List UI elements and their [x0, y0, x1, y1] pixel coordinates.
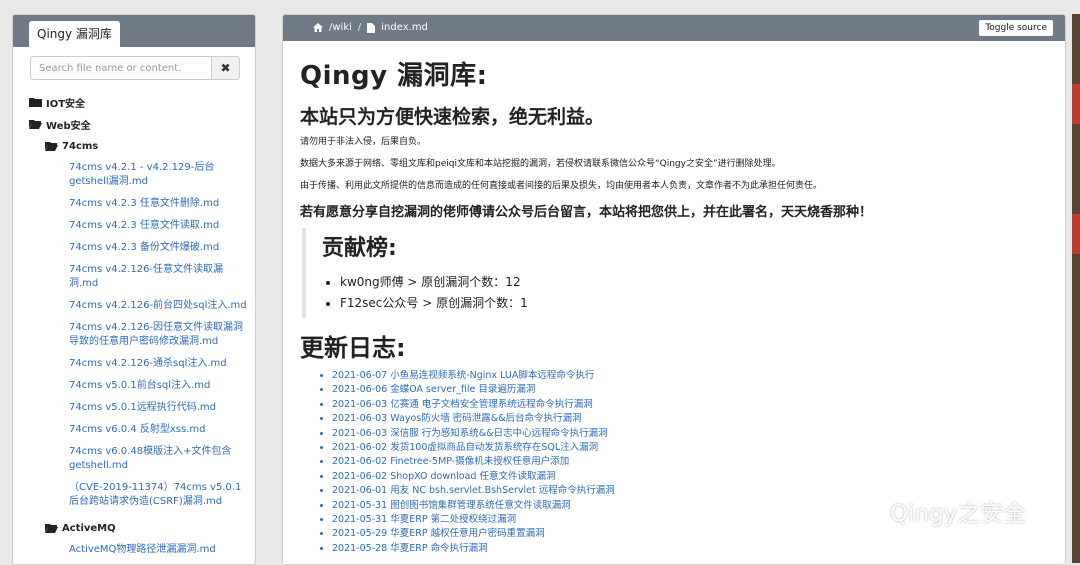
folder-label: ActiveMQ	[62, 522, 116, 534]
changelog-link[interactable]: 2021-06-06 金蝶OA server_file 目录遍历漏洞	[332, 383, 1050, 397]
contributors-list: kw0ng师傅 > 原创漏洞个数：12 F12sec公众号 > 原创漏洞个数：1	[322, 272, 1050, 314]
file-link[interactable]: 74cms v4.2.126-前台四处sql注入.md	[29, 299, 251, 313]
file-sidebar: Qingy 漏洞库 ✖ IOT安全 Web安全 74cms 74cms v4.2…	[12, 14, 256, 565]
changelog-link[interactable]: 2021-05-29 华夏ERP 越权任意用户密码重置漏洞	[332, 527, 1050, 541]
search-input[interactable]	[30, 56, 212, 80]
contributors-title: 贡献榜:	[322, 236, 397, 261]
watermark-text: Qingy之安全	[890, 501, 1027, 527]
changelog-link[interactable]: 2021-06-02 ShopXO download 任意文件读取漏洞	[332, 470, 1050, 484]
file-link[interactable]: ActiveMQ物理路径泄漏漏洞.md	[29, 543, 251, 557]
wechat-icon	[838, 494, 883, 527]
file-link[interactable]: 74cms v4.2.126-任意文件读取漏洞.md	[29, 263, 251, 291]
breadcrumb-root[interactable]: /wiki	[329, 22, 352, 33]
folder-icon	[29, 98, 42, 107]
breadcrumb: /wiki / index.md	[313, 22, 428, 33]
file-link[interactable]: 74cms v6.0.48模版注入+文件包含getshell.md	[29, 445, 251, 473]
changelog-link[interactable]: 2021-06-03 亿赛通 电子文档安全管理系统远程命令执行漏洞	[332, 398, 1050, 412]
file-link[interactable]: 74cms v5.0.1前台sql注入.md	[29, 379, 251, 393]
file-icon	[367, 22, 376, 33]
changelog-title: 更新日志:	[300, 334, 406, 362]
breadcrumb-file[interactable]: index.md	[381, 22, 428, 33]
path-bar: /wiki / index.md Toggle source	[283, 15, 1065, 41]
contribution-call: 若有愿意分享自挖漏洞的佬师傅请公众号后台留言，本站将把您供上，并在此署名，天天烧…	[300, 205, 873, 220]
folder-web[interactable]: Web安全	[29, 113, 251, 135]
warning-paragraph: 请勿用于非法入侵，后果自负。	[300, 137, 427, 147]
changelog-link[interactable]: 2021-06-03 深信服 行为感知系统&&日志中心远程命令执行漏洞	[332, 427, 1050, 441]
watermark: Qingy之安全	[838, 494, 1026, 528]
changelog-link[interactable]: 2021-05-28 华夏ERP 命令执行漏洞	[332, 542, 1050, 556]
changelog-link[interactable]: 2021-06-02 发货100虚拟商品自动发货系统存在SQL注入漏洞	[332, 441, 1050, 455]
sidebar-header: Qingy 漏洞库	[13, 15, 255, 47]
file-link[interactable]: 74cms v4.2.126-因任意文件读取漏洞导致的任意用户密码修改漏洞.md	[29, 321, 251, 349]
toggle-source-button[interactable]: Toggle source	[979, 20, 1053, 36]
folder-74cms[interactable]: 74cms	[29, 135, 251, 157]
content-panel: /wiki / index.md Toggle source Qingy 漏洞库…	[282, 14, 1066, 565]
contributors-block: 贡献榜: kw0ng师傅 > 原创漏洞个数：12 F12sec公众号 > 原创漏…	[302, 228, 1050, 318]
file-link[interactable]: 74cms v4.2.3 任意文件删除.md	[29, 197, 251, 211]
search-bar: ✖	[30, 56, 251, 80]
page-subtitle: 本站只为方便快速检索，绝无利益。	[300, 106, 605, 128]
breadcrumb-separator: /	[357, 22, 362, 33]
markdown-content: Qingy 漏洞库: 本站只为方便快速检索，绝无利益。 请勿用于非法入侵，后果自…	[300, 55, 1050, 556]
file-link[interactable]: 74cms v5.0.1远程执行代码.md	[29, 401, 251, 415]
page-title: Qingy 漏洞库:	[300, 61, 488, 91]
clear-search-button[interactable]: ✖	[212, 56, 240, 80]
file-link[interactable]: 74cms v4.2.3 任意文件读取.md	[29, 219, 251, 233]
folder-open-icon	[45, 524, 58, 533]
folder-label: 74cms	[62, 140, 99, 152]
file-link[interactable]: 74cms v6.0.4 反射型xss.md	[29, 423, 251, 437]
folder-activemq[interactable]: ActiveMQ	[29, 517, 251, 539]
file-link[interactable]: 74cms v4.2.126-通杀sql注入.md	[29, 357, 251, 371]
changelog-list: 2021-06-07 小鱼易连视频系统-Nginx LUA脚本远程命令执行 20…	[300, 369, 1050, 556]
file-tree: IOT安全 Web安全 74cms 74cms v4.2.1 - v4.2.12…	[29, 91, 251, 564]
edge-stripe	[1072, 84, 1080, 124]
folder-label: Web安全	[46, 120, 91, 132]
source-paragraph: 数据大多来源于网络、零组文库和peiqi文库和本站挖掘的漏洞，若侵权请联系微信公…	[300, 159, 781, 169]
folder-iot[interactable]: IOT安全	[29, 91, 251, 113]
disclaimer-paragraph: 由于传播、利用此文所提供的信息而造成的任何直接或者间接的后果及损失，均由使用者本…	[300, 181, 823, 191]
folder-label: IOT安全	[46, 98, 86, 110]
file-link[interactable]: （CVE-2019-11374）74cms v5.0.1 后台跨站请求伪造(CS…	[29, 481, 251, 509]
folder-open-icon	[29, 120, 42, 129]
file-link[interactable]: 74cms v4.2.1 - v4.2.129-后台getshell漏洞.md	[29, 161, 251, 189]
changelog-link[interactable]: 2021-06-07 小鱼易连视频系统-Nginx LUA脚本远程命令执行	[332, 369, 1050, 383]
edge-stripe	[1072, 214, 1080, 254]
changelog-link[interactable]: 2021-06-02 Finetree-5MP-摄像机未授权任意用户添加	[332, 455, 1050, 469]
sidebar-title-tab[interactable]: Qingy 漏洞库	[29, 21, 120, 47]
contributor-item: F12sec公众号 > 原创漏洞个数：1	[340, 293, 1050, 314]
file-link[interactable]: 74cms v4.2.3 备份文件爆破.md	[29, 241, 251, 255]
contributor-item: kw0ng师傅 > 原创漏洞个数：12	[340, 272, 1050, 293]
folder-open-icon	[45, 142, 58, 151]
adjacent-window-edge	[1072, 14, 1080, 563]
home-icon[interactable]	[313, 23, 323, 32]
changelog-link[interactable]: 2021-06-03 Wayos防火墙 密码泄露&&后台命令执行漏洞	[332, 412, 1050, 426]
